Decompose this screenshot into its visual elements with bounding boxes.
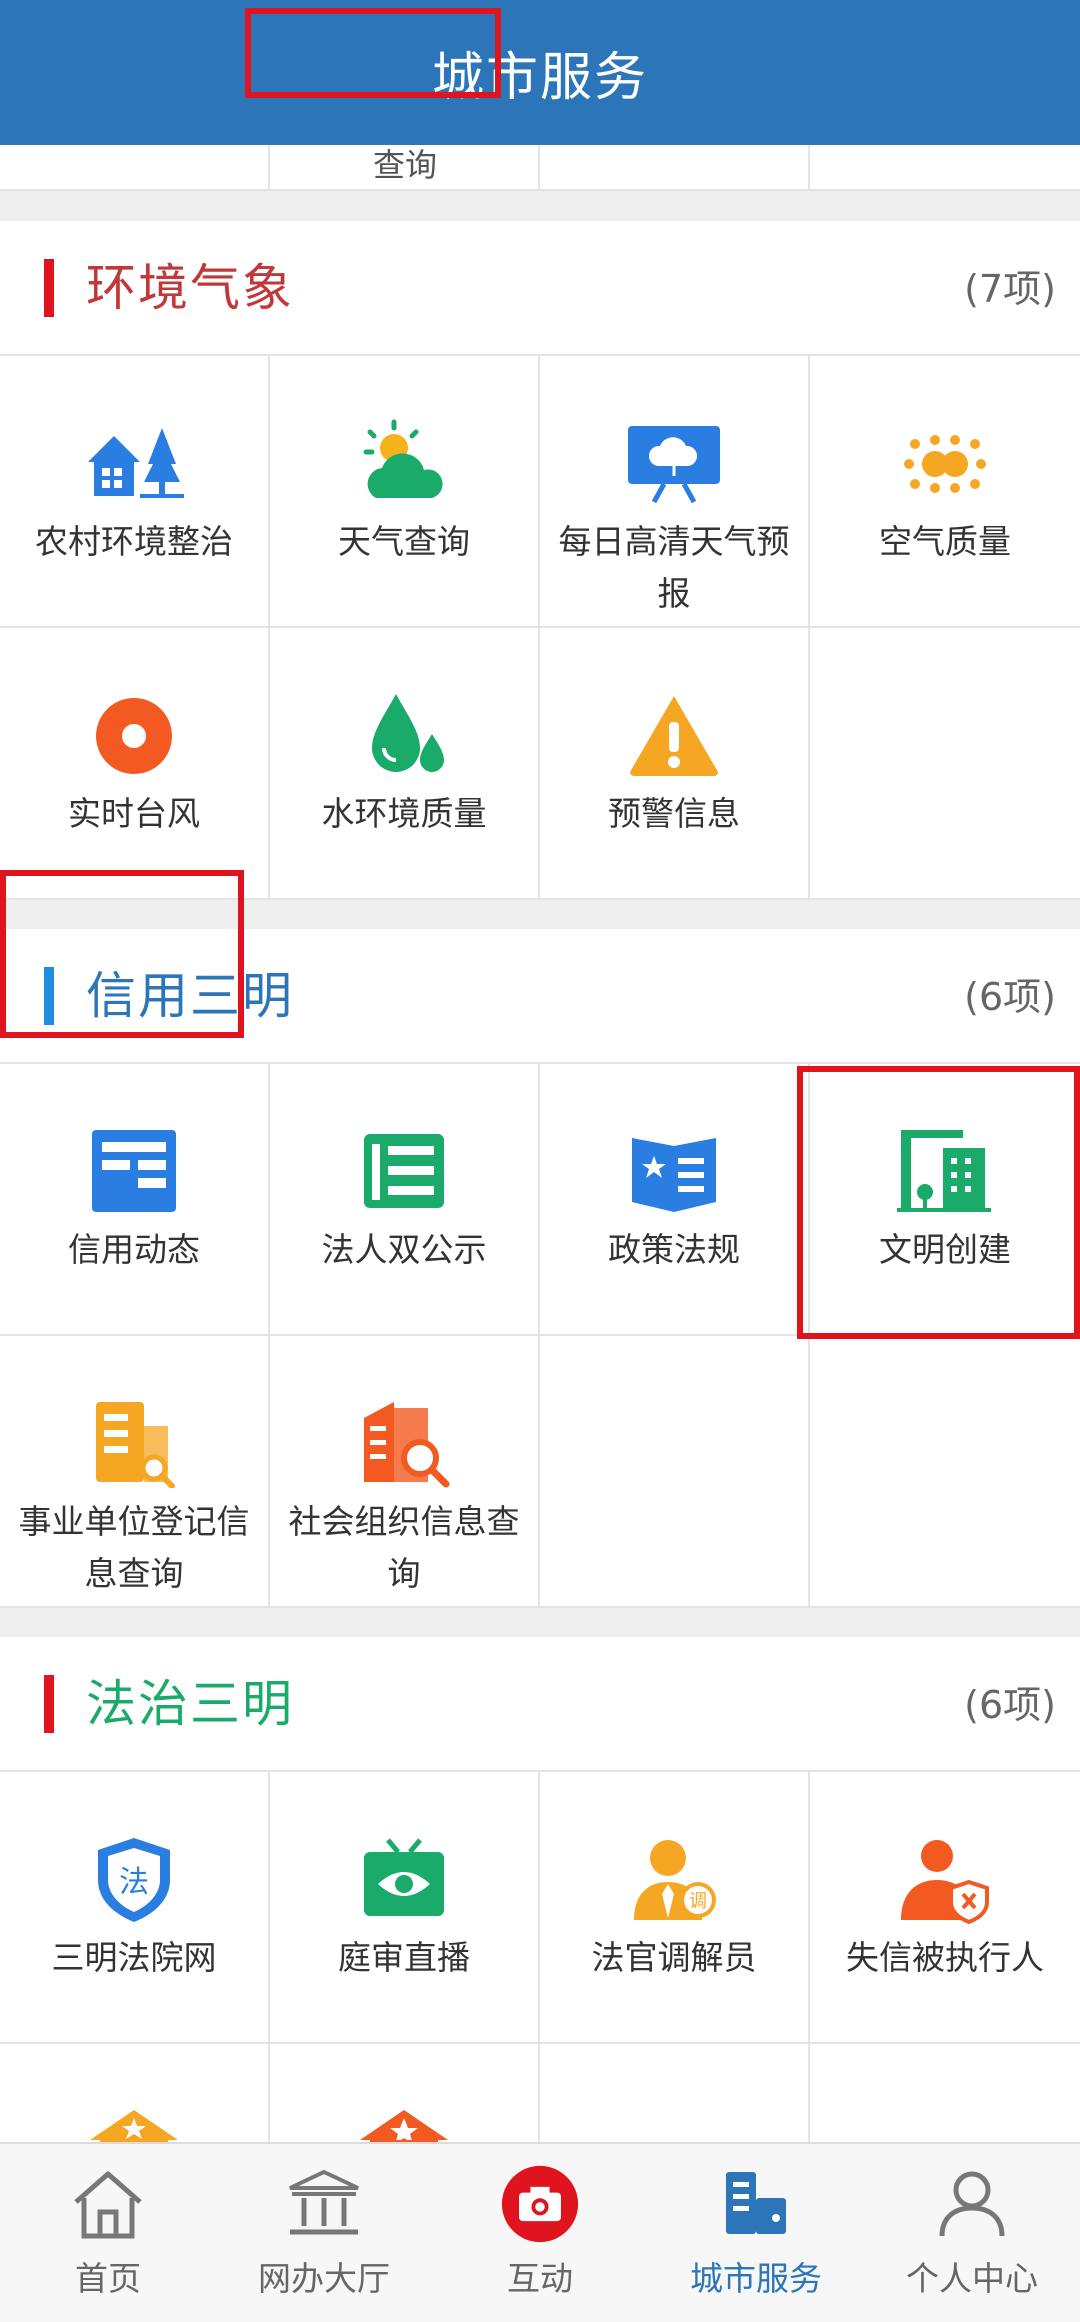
camera-icon [500, 2165, 580, 2243]
svg-text:法: 法 [119, 1865, 149, 1900]
section-count: (6项) [964, 975, 1056, 1019]
policy-book-icon [624, 1126, 724, 1216]
tile-label: 实时台风 [68, 794, 200, 833]
service-tile-trial-live[interactable]: 庭审直播 [270, 1772, 540, 2044]
empty-tile [810, 2044, 1080, 2142]
service-tile-credit-news[interactable]: 信用动态 [0, 1064, 270, 1336]
city-service-icon [716, 2166, 796, 2242]
service-tile-air-quality[interactable]: 空气质量 [810, 356, 1080, 628]
tile-label: 水环境质量 [321, 794, 487, 833]
tile-label: 失信被执行人 [846, 1938, 1044, 1977]
tab-label: 个人中心 [906, 2259, 1038, 2298]
tile-label: 文明创建 [879, 1230, 1011, 1269]
empty-tile [540, 1336, 810, 1608]
tile-label: 法官调解员 [591, 1938, 757, 1977]
tile-label: 每日高清天气预报 [558, 522, 790, 613]
tile-label: 预警信息 [608, 794, 740, 833]
hall-icon [284, 2166, 364, 2242]
tab-home[interactable]: 首页 [0, 2144, 216, 2322]
section-accent-bar [44, 967, 54, 1025]
service-list[interactable]: 查询 环境气象 (7项) 农村环境整治 天气查询 每日高清天气预报 空气质量 实… [0, 145, 1080, 2142]
empty-tile [810, 1336, 1080, 1608]
previous-item-label[interactable]: 查询 [270, 145, 540, 185]
tab-city-service[interactable]: 城市服务 [648, 2144, 864, 2322]
tab-label: 互动 [507, 2259, 573, 2298]
section-header: 信用三明 (6项) [0, 929, 1080, 1064]
weather-screen-icon [624, 418, 724, 508]
typhoon-icon [84, 690, 184, 780]
section-accent-bar [44, 1675, 54, 1733]
dishonest-person-icon [895, 1834, 995, 1924]
service-tile-water-quality[interactable]: 水环境质量 [270, 628, 540, 900]
law-shield-icon: 法 [84, 1834, 184, 1924]
tile-label: 政策法规 [608, 1230, 740, 1269]
org-search-icon [354, 1398, 454, 1488]
service-tile-warning[interactable]: 预警信息 [540, 628, 810, 900]
tile-label: 农村环境整治 [35, 522, 233, 561]
tab-interact[interactable]: 互动 [432, 2144, 648, 2322]
tv-eye-icon [354, 1834, 454, 1924]
tile-label: 庭审直播 [338, 1938, 470, 1977]
section-count: (6项) [964, 1683, 1056, 1727]
mediator-icon: 调 [624, 1834, 724, 1924]
service-tile-weather[interactable]: 天气查询 [270, 356, 540, 628]
service-tile-judge-mediator[interactable]: 调 法官调解员 [540, 1772, 810, 2044]
sun-cloud-icon [354, 418, 454, 508]
service-tile-social-org-search[interactable]: 社会组织信息查询 [270, 1336, 540, 1608]
service-tile-court-website[interactable]: 法 三明法院网 [0, 1772, 270, 2044]
section-accent-bar [44, 259, 54, 317]
village-trees-icon [84, 418, 184, 508]
house-star-yellow-icon [84, 2106, 184, 2142]
tile-label: 事业单位登记信息查询 [18, 1502, 250, 1593]
section-title: 环境气象 [86, 259, 294, 317]
service-tile-hd-forecast[interactable]: 每日高清天气预报 [540, 356, 810, 628]
home-icon [68, 2166, 148, 2242]
list-document-icon [354, 1126, 454, 1216]
unit-search-icon [84, 1398, 184, 1488]
page-title: 城市服务 [431, 48, 648, 108]
news-icon [84, 1126, 184, 1216]
tab-label: 城市服务 [690, 2259, 822, 2298]
section-header: 环境气象 (7项) [0, 221, 1080, 356]
empty-tile [810, 628, 1080, 900]
section-environment: 环境气象 (7项) 农村环境整治 天气查询 每日高清天气预报 空气质量 实时台风… [0, 221, 1080, 900]
svg-text:调: 调 [689, 1891, 707, 1912]
civic-building-icon [895, 1126, 995, 1216]
service-tile-policy[interactable]: 政策法规 [540, 1064, 810, 1336]
service-tile-civilization[interactable]: 文明创建 [810, 1064, 1080, 1336]
empty-tile [540, 2044, 810, 2142]
tile-label: 空气质量 [879, 522, 1011, 561]
section-rule-of-law: 法治三明 (6项) 法 三明法院网 庭审直播 调 法官调解员 失信被执行人 [0, 1637, 1080, 2142]
service-tile-public-notice[interactable]: 法人双公示 [270, 1064, 540, 1336]
previous-section-tail: 查询 [0, 145, 1080, 191]
service-tile-dishonest-persons[interactable]: 失信被执行人 [810, 1772, 1080, 2044]
app-header: 城市服务 [0, 0, 1080, 145]
warning-icon [624, 690, 724, 780]
tab-personal-center[interactable]: 个人中心 [864, 2144, 1080, 2322]
section-count: (7项) [964, 267, 1056, 311]
section-title: 法治三明 [86, 1675, 294, 1733]
service-tile-partial-1[interactable] [0, 2044, 270, 2142]
service-tile-rural-environment[interactable]: 农村环境整治 [0, 356, 270, 628]
tab-online-hall[interactable]: 网办大厅 [216, 2144, 432, 2322]
tile-label: 天气查询 [338, 522, 470, 561]
section-credit: 信用三明 (6项) 信用动态 法人双公示 政策法规 文明创建 事业单位登记信息查… [0, 929, 1080, 1608]
tile-label: 社会组织信息查询 [288, 1502, 520, 1593]
air-dots-icon [895, 418, 995, 508]
tab-label: 首页 [75, 2259, 141, 2298]
house-star-orange-icon [354, 2106, 454, 2142]
section-title: 信用三明 [86, 967, 294, 1025]
service-tile-institution-search[interactable]: 事业单位登记信息查询 [0, 1336, 270, 1608]
service-tile-partial-2[interactable] [270, 2044, 540, 2142]
water-drop-icon [354, 690, 454, 780]
bottom-tab-bar: 首页 网办大厅 互动 城市服务 个人中心 [0, 2142, 1080, 2322]
tile-label: 三明法院网 [51, 1938, 217, 1977]
person-icon [932, 2166, 1012, 2242]
tile-label: 信用动态 [68, 1230, 200, 1269]
tab-label: 网办大厅 [258, 2259, 390, 2298]
service-tile-typhoon[interactable]: 实时台风 [0, 628, 270, 900]
section-header: 法治三明 (6项) [0, 1637, 1080, 1772]
tile-label: 法人双公示 [321, 1230, 487, 1269]
